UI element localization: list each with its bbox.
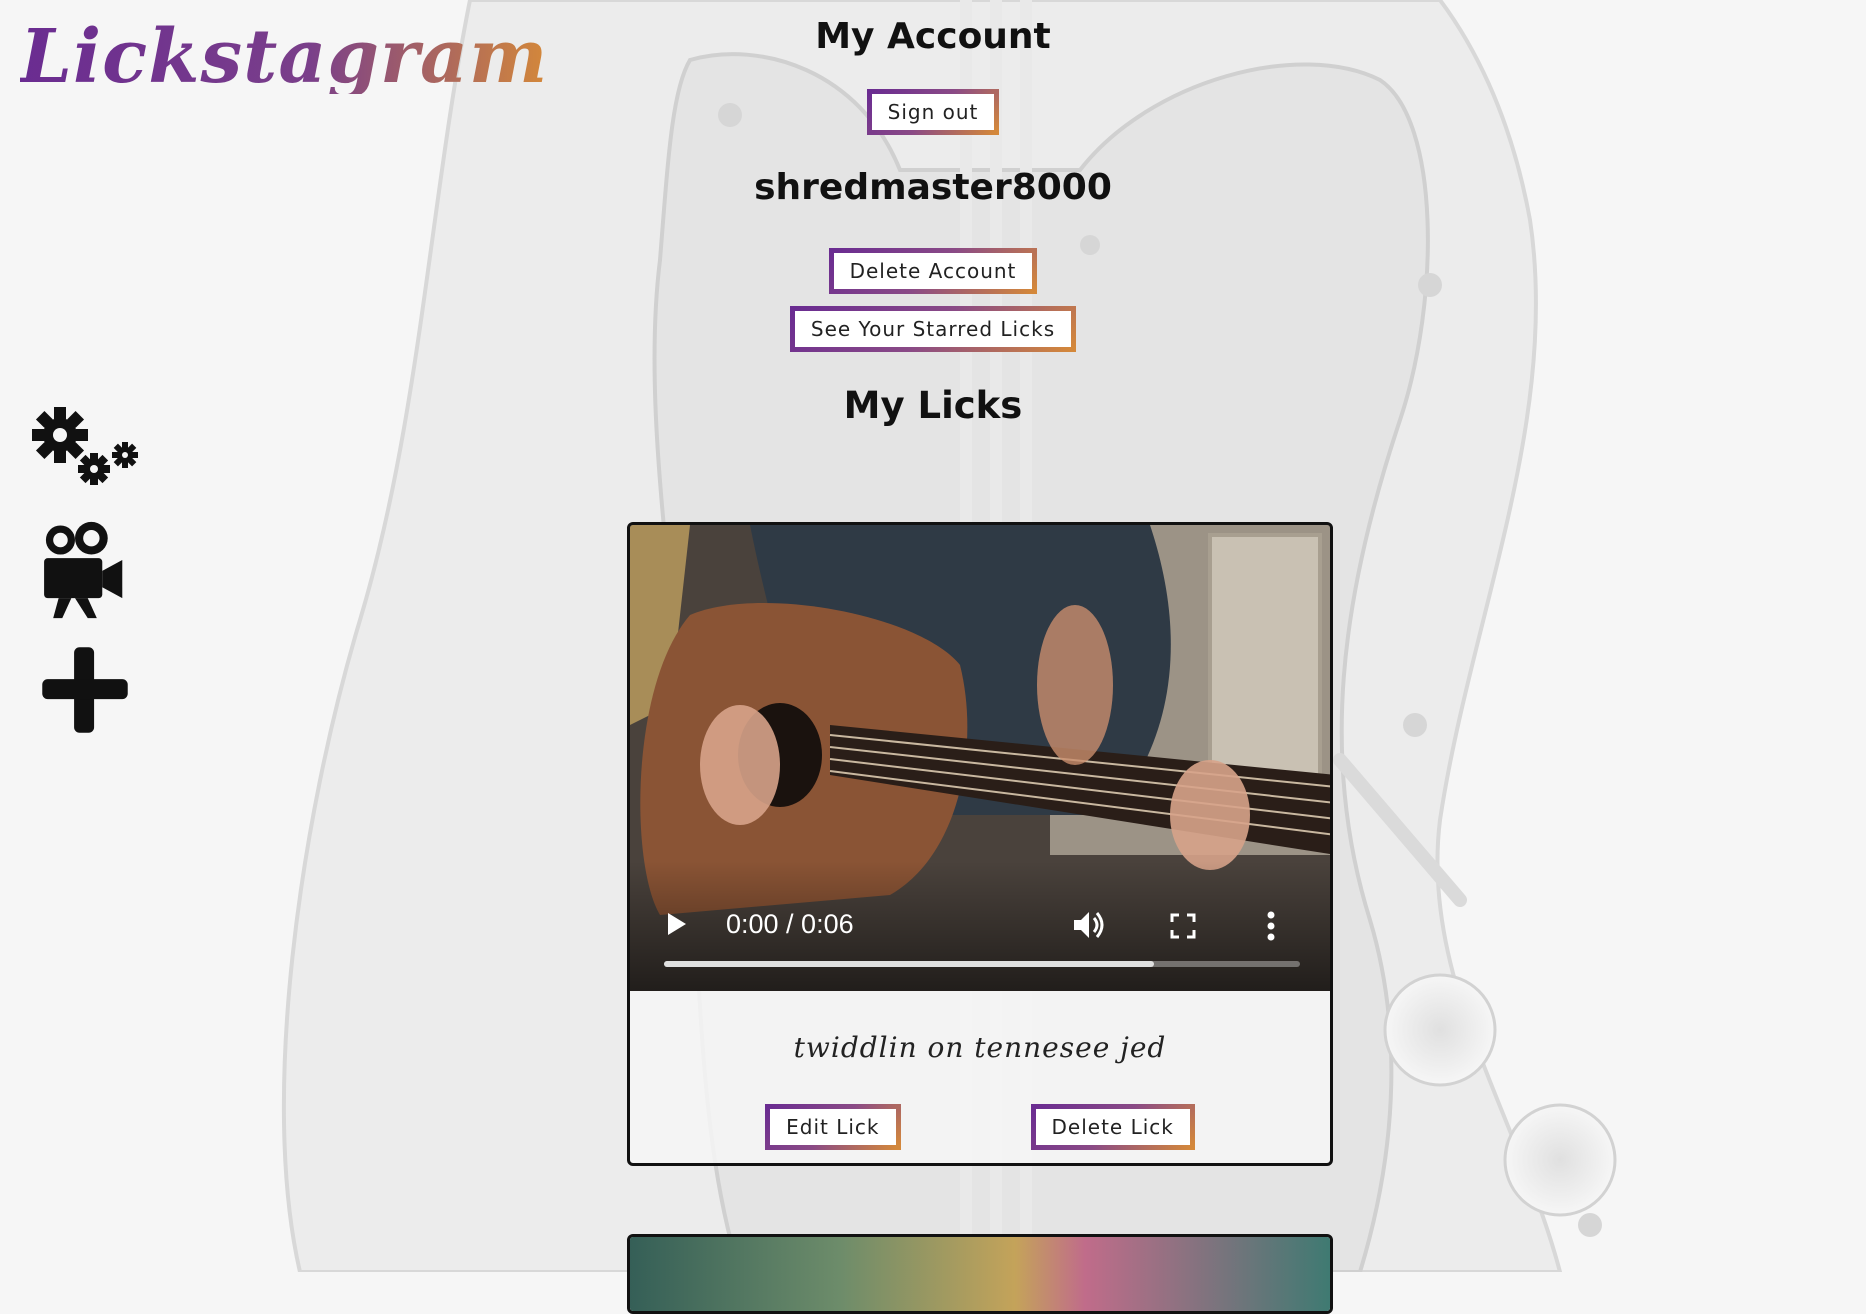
delete-lick-button[interactable]: Delete Lick bbox=[1030, 1104, 1195, 1150]
delete-account-button[interactable]: Delete Account bbox=[828, 248, 1038, 294]
video-progress-track[interactable] bbox=[664, 961, 1300, 967]
edit-lick-button[interactable]: Edit Lick bbox=[765, 1104, 901, 1150]
lick-card: 0:00 / 0:06 twiddlin on tennesee jed Edi… bbox=[627, 522, 1333, 1166]
sidebar-nav bbox=[30, 400, 150, 760]
starred-licks-button[interactable]: See Your Starred Licks bbox=[789, 306, 1077, 352]
lick-card bbox=[627, 1234, 1333, 1314]
my-licks-heading: My Licks bbox=[843, 384, 1023, 427]
username-heading: shredmaster8000 bbox=[754, 167, 1112, 208]
page-title: My Account bbox=[815, 16, 1051, 57]
account-section: My Account Sign out shredmaster8000 Dele… bbox=[0, 0, 1866, 427]
play-icon[interactable] bbox=[666, 911, 688, 937]
video-controls: 0:00 / 0:06 bbox=[630, 861, 1330, 991]
fullscreen-icon[interactable] bbox=[1170, 913, 1196, 939]
sign-out-button[interactable]: Sign out bbox=[866, 89, 1000, 135]
video-player[interactable]: 0:00 / 0:06 bbox=[630, 525, 1330, 991]
lick-caption: twiddlin on tennesee jed bbox=[793, 1031, 1167, 1064]
more-options-icon[interactable] bbox=[1267, 911, 1275, 941]
lick-actions: Edit Lick Delete Lick bbox=[630, 1104, 1330, 1150]
video-player[interactable] bbox=[630, 1237, 1330, 1311]
volume-icon[interactable] bbox=[1072, 909, 1106, 941]
video-progress-fill bbox=[664, 961, 1154, 967]
plus-icon[interactable] bbox=[30, 640, 140, 740]
video-time: 0:00 / 0:06 bbox=[726, 909, 854, 939]
movie-camera-icon[interactable] bbox=[30, 520, 140, 620]
